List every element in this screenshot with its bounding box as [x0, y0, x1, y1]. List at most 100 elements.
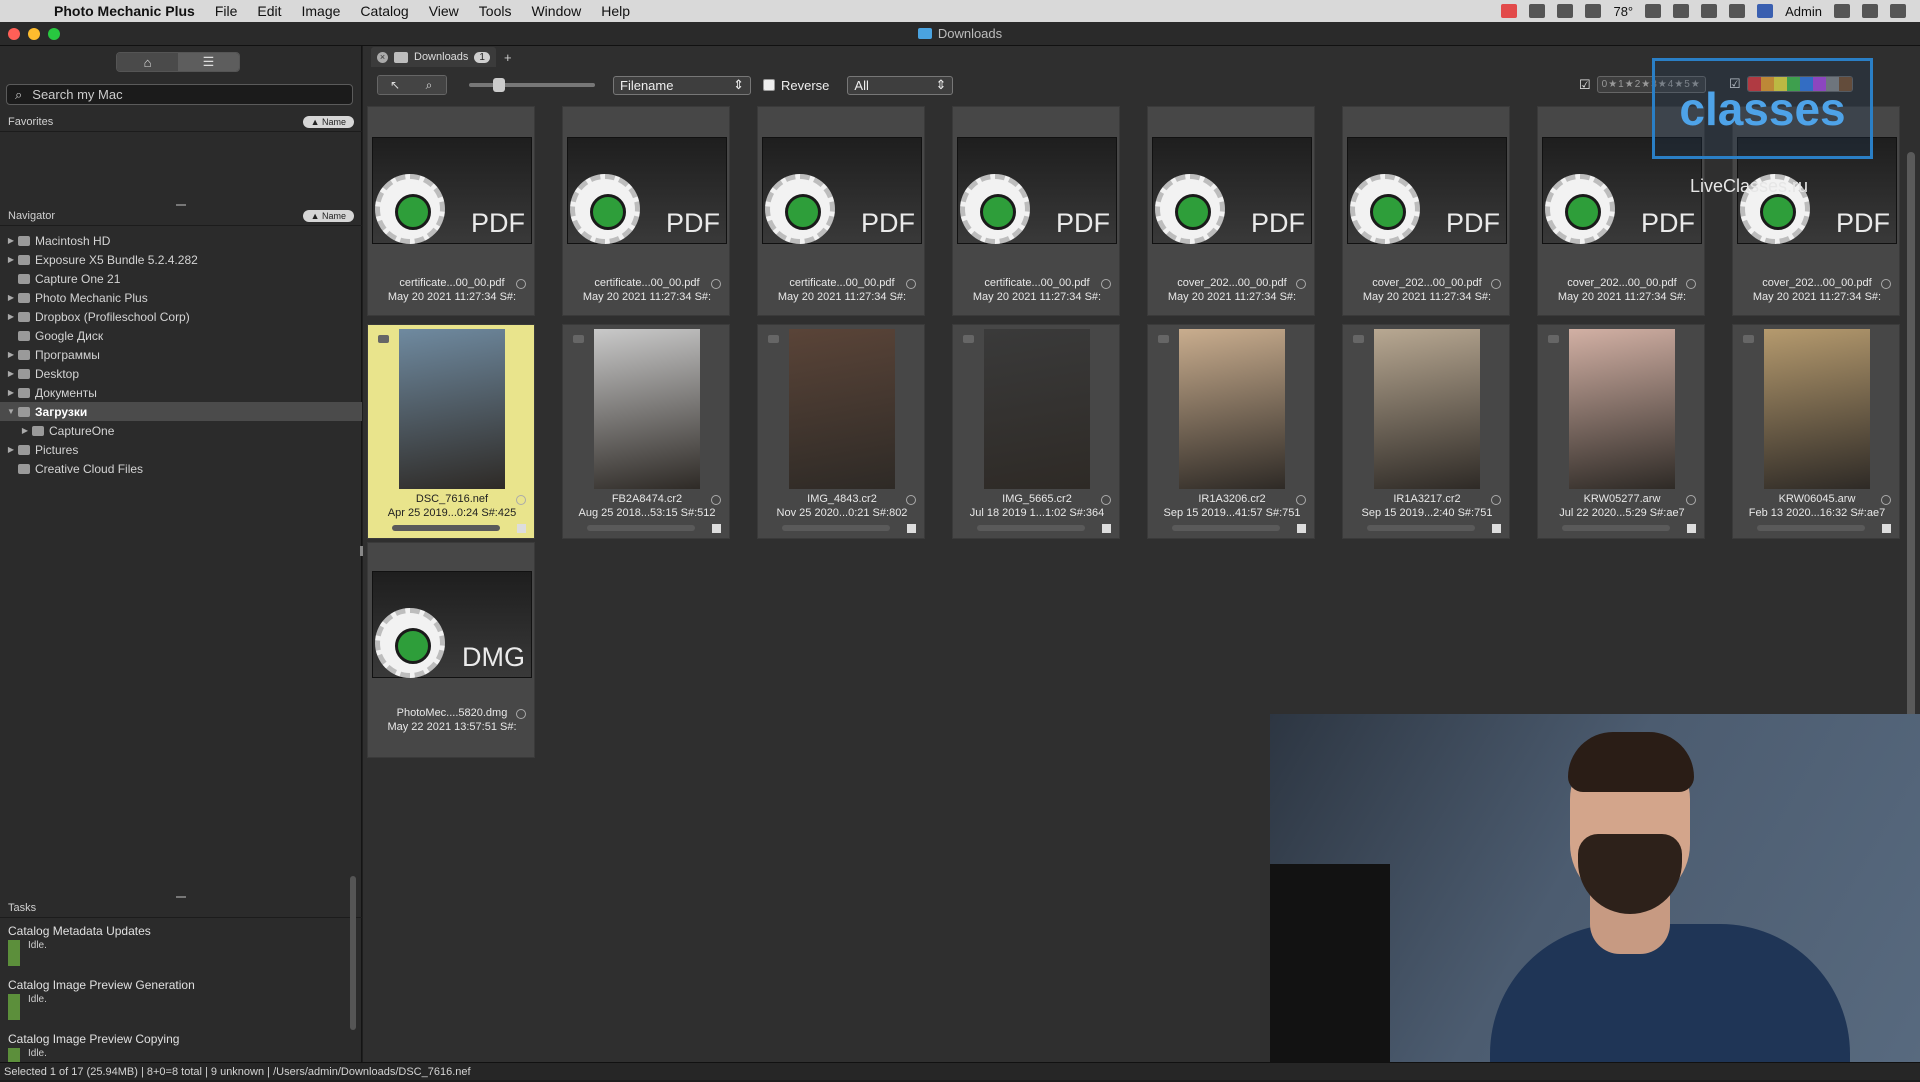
- menu-file[interactable]: File: [205, 3, 248, 19]
- tag-toggle-icon[interactable]: [711, 495, 721, 505]
- thumbnail-preview[interactable]: PDF: [372, 137, 532, 244]
- list-mode-button[interactable]: ☰: [178, 53, 239, 71]
- disclosure-icon[interactable]: ▶: [4, 350, 18, 359]
- siri-icon[interactable]: [1862, 4, 1878, 18]
- thumbnail-size-slider[interactable]: [469, 78, 595, 92]
- tag-toggle-icon[interactable]: [516, 709, 526, 719]
- thumbnail-cell[interactable]: PDF certificate...00_00.pdf May 20 2021 11…: [952, 106, 1120, 316]
- color-class-indicator[interactable]: [1687, 524, 1696, 533]
- tray-user[interactable]: Admin: [1785, 4, 1822, 19]
- control-center-icon[interactable]: [1890, 4, 1906, 18]
- thumbnail-cell[interactable]: PDF certificate...00_00.pdf May 20 2021 11…: [562, 106, 730, 316]
- thumbnail-preview[interactable]: PDF: [1152, 137, 1312, 244]
- spotlight-search-icon[interactable]: [1834, 4, 1850, 18]
- add-tab-button[interactable]: +: [504, 50, 512, 65]
- color-class-indicator[interactable]: [1492, 524, 1501, 533]
- sort-field-select[interactable]: Filename ⇕: [613, 75, 751, 95]
- tag-toggle-icon[interactable]: [1296, 279, 1306, 289]
- navigator-item[interactable]: ▶ Pictures: [0, 440, 362, 459]
- tray-dropbox-icon[interactable]: [1585, 4, 1602, 18]
- tray-temperature[interactable]: 78°: [1613, 4, 1633, 19]
- thumbnail-preview[interactable]: DMG: [372, 571, 532, 678]
- thumbnail-cell[interactable]: PDF certificate...00_00.pdf May 20 2021 11…: [757, 106, 925, 316]
- star-rating-bar[interactable]: [782, 525, 890, 531]
- tag-toggle-icon[interactable]: [906, 495, 916, 505]
- thumbnail-preview[interactable]: PDF: [567, 137, 727, 244]
- star-rating-bar[interactable]: [977, 525, 1085, 531]
- navigator-item[interactable]: Google Диск: [0, 326, 362, 345]
- thumbnail-cell[interactable]: KRW05277.arw Jul 22 2020...5:29 S#:ae7: [1537, 324, 1705, 539]
- star-rating-bar[interactable]: [1757, 525, 1865, 531]
- tray-flag-icon[interactable]: [1757, 4, 1774, 18]
- zoom-tool-icon[interactable]: ⌕: [412, 76, 446, 94]
- navigator-item[interactable]: ▶ CaptureOne: [0, 421, 362, 440]
- disclosure-icon[interactable]: ▶: [18, 426, 32, 435]
- tag-toggle-icon[interactable]: [1881, 279, 1891, 289]
- tag-toggle-icon[interactable]: [1881, 495, 1891, 505]
- thumbnail-cell[interactable]: FB2A8474.cr2 Aug 25 2018...53:15 S#:512: [562, 324, 730, 539]
- disclosure-icon[interactable]: ▶: [4, 445, 18, 454]
- tab-downloads[interactable]: × Downloads 1: [371, 47, 496, 67]
- menu-help[interactable]: Help: [591, 3, 640, 19]
- thumbnail-preview[interactable]: [567, 329, 727, 489]
- tag-toggle-icon[interactable]: [516, 279, 526, 289]
- navigator-item[interactable]: Creative Cloud Files: [0, 459, 362, 478]
- slider-knob[interactable]: [493, 78, 505, 92]
- zoom-window-button[interactable]: [48, 28, 60, 40]
- grid-scrollbar[interactable]: [1907, 152, 1915, 757]
- disclosure-icon[interactable]: ▶: [4, 293, 18, 302]
- thumbnail-preview[interactable]: PDF: [762, 137, 922, 244]
- tray-display-icon[interactable]: [1529, 4, 1546, 18]
- thumbnail-preview[interactable]: [1737, 329, 1897, 489]
- thumbnail-cell[interactable]: IR1A3217.cr2 Sep 15 2019...2:40 S#:751: [1342, 324, 1510, 539]
- star-rating-bar[interactable]: [1172, 525, 1280, 531]
- navigator-item[interactable]: ▶ Dropbox (Profileschool Corp): [0, 307, 362, 326]
- browser-mode-button[interactable]: ⌂: [117, 53, 178, 71]
- thumbnail-preview[interactable]: PDF: [957, 137, 1117, 244]
- color-class-indicator[interactable]: [1102, 524, 1111, 533]
- search-field[interactable]: ⌕ Search my Mac: [6, 84, 353, 105]
- navigator-item[interactable]: ▶ Photo Mechanic Plus: [0, 288, 362, 307]
- navigator-item[interactable]: ▶ Macintosh HD: [0, 231, 362, 250]
- filter-select[interactable]: All ⇕: [847, 75, 954, 95]
- tag-toggle-icon[interactable]: [516, 495, 526, 505]
- disclosure-icon[interactable]: ▶: [4, 312, 18, 321]
- color-class-indicator[interactable]: [1882, 524, 1891, 533]
- disclosure-icon[interactable]: ▶: [4, 255, 18, 264]
- star-rating-bar[interactable]: [587, 525, 695, 531]
- star-rating-bar[interactable]: [392, 525, 500, 531]
- navigator-item[interactable]: ▶ Программы: [0, 345, 362, 364]
- disclosure-icon[interactable]: ▶: [4, 388, 18, 397]
- tray-volume-icon[interactable]: [1729, 4, 1746, 18]
- tag-toggle-icon[interactable]: [1101, 279, 1111, 289]
- menu-edit[interactable]: Edit: [247, 3, 291, 19]
- tag-toggle-icon[interactable]: [1101, 495, 1111, 505]
- tray-cloud-icon[interactable]: [1645, 4, 1662, 18]
- navigator-item[interactable]: ▶ Desktop: [0, 364, 362, 383]
- close-window-button[interactable]: [8, 28, 20, 40]
- thumbnail-cell[interactable]: PDF cover_202...00_00.pdf May 20 2021 11:2…: [1147, 106, 1315, 316]
- tag-toggle-icon[interactable]: [906, 279, 916, 289]
- thumbnail-cell[interactable]: PDF cover_202...00_00.pdf May 20 2021 11:2…: [1342, 106, 1510, 316]
- thumbnail-cell[interactable]: IMG_4843.cr2 Nov 25 2020...0:21 S#:802: [757, 324, 925, 539]
- tag-toggle-icon[interactable]: [1686, 279, 1696, 289]
- navigator-item[interactable]: Capture One 21: [0, 269, 362, 288]
- thumbnail-cell[interactable]: KRW06045.arw Feb 13 2020...16:32 S#:ae7: [1732, 324, 1900, 539]
- reverse-checkbox[interactable]: [763, 79, 775, 91]
- reverse-toggle[interactable]: Reverse: [763, 78, 829, 93]
- thumbnail-preview[interactable]: [762, 329, 922, 489]
- star-rating-bar[interactable]: [1367, 525, 1475, 531]
- thumbnail-preview[interactable]: [1542, 329, 1702, 489]
- color-class-indicator[interactable]: [712, 524, 721, 533]
- rating-checkmark-icon[interactable]: ☑: [1579, 77, 1591, 93]
- thumbnail-cell[interactable]: DMG PhotoMec....5820.dmg May 22 2021 13:57…: [367, 542, 535, 758]
- menu-catalog[interactable]: Catalog: [350, 3, 418, 19]
- navigator-item[interactable]: ▼ Загрузки: [0, 402, 362, 421]
- thumbnail-preview[interactable]: [957, 329, 1117, 489]
- color-class-indicator[interactable]: [907, 524, 916, 533]
- star-rating-bar[interactable]: [1562, 525, 1670, 531]
- menu-image[interactable]: Image: [292, 3, 351, 19]
- color-class-indicator[interactable]: [1297, 524, 1306, 533]
- favorites-sort-button[interactable]: ▲ Name: [302, 115, 354, 128]
- color-class-indicator[interactable]: [517, 524, 526, 533]
